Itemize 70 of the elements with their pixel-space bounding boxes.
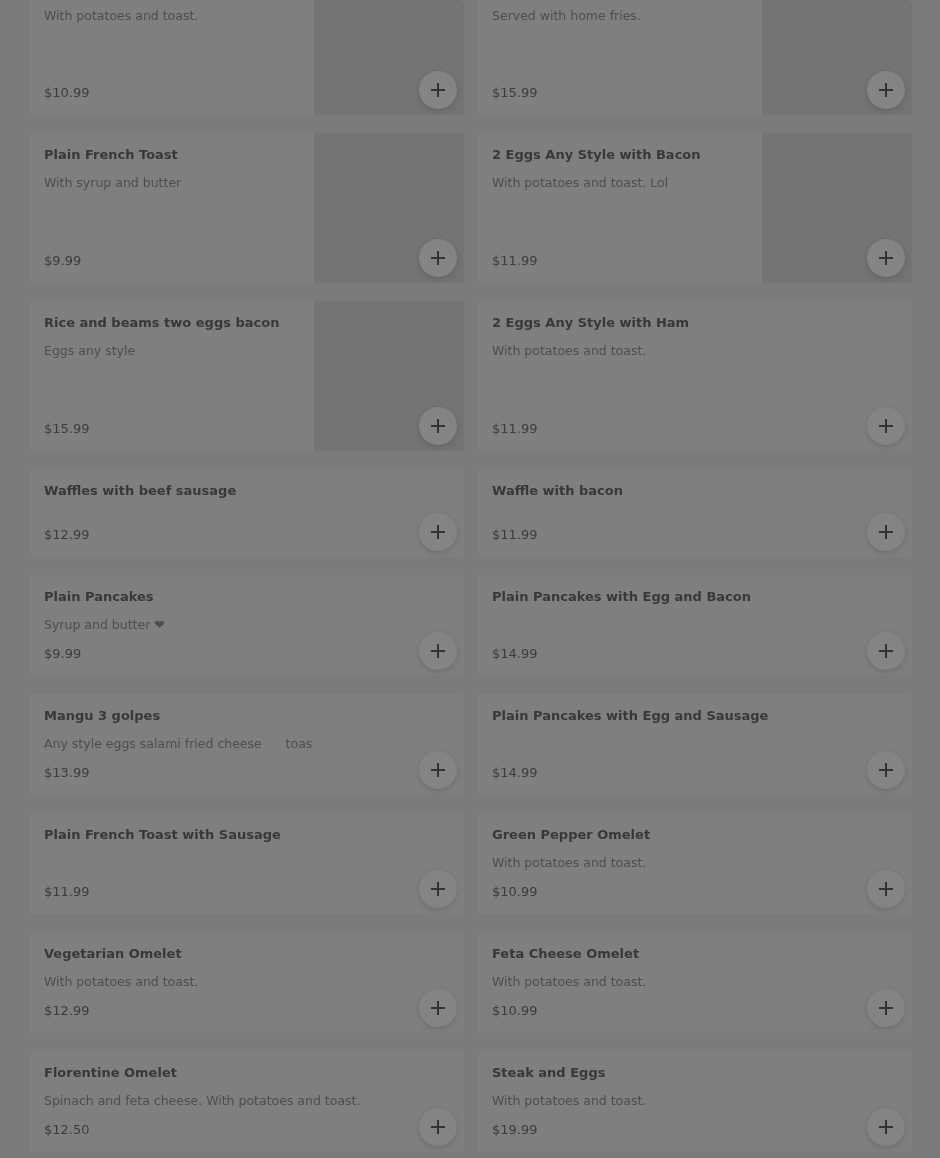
item-price: $9.99 — [44, 645, 82, 663]
item-name: Mangu 3 golpes — [44, 707, 162, 725]
plus-icon — [430, 418, 446, 434]
item-price: $12.99 — [44, 1002, 90, 1020]
item-name: Feta Cheese Omelet — [492, 945, 641, 963]
add-button[interactable] — [419, 513, 457, 551]
plus-icon — [878, 643, 894, 659]
add-button[interactable] — [867, 870, 905, 908]
item-name: Plain Pancakes with Egg and Sausage — [492, 707, 770, 725]
item-name: Green Pepper Omelet — [492, 826, 652, 844]
add-button[interactable] — [419, 1108, 457, 1146]
menu-item-card[interactable]: Waffles with beef sausage $12.99 — [30, 469, 464, 557]
item-price: $14.99 — [492, 645, 538, 663]
item-name: Plain Pancakes — [44, 588, 155, 606]
menu-item-card[interactable]: Waffle with bacon $11.99 — [478, 469, 912, 557]
item-price: $11.99 — [492, 420, 538, 438]
plus-icon — [430, 1119, 446, 1135]
plus-icon — [878, 82, 894, 98]
add-button[interactable] — [867, 513, 905, 551]
item-name: Vegetarian Omelet — [44, 945, 183, 963]
plus-icon — [430, 643, 446, 659]
item-name: Plain Pancakes with Egg and Bacon — [492, 588, 752, 606]
item-price: $11.99 — [44, 883, 90, 901]
item-name: Plain French Toast — [44, 146, 179, 164]
menu-item-card[interactable]: Plain Pancakes with Egg and Bacon $14.99 — [478, 575, 912, 676]
plus-icon — [878, 1000, 894, 1016]
item-name: 2 Eggs Any Style with Bacon — [492, 146, 702, 164]
item-price: $14.99 — [492, 764, 538, 782]
item-price: $10.99 — [492, 883, 538, 901]
item-name: Waffles with beef sausage — [44, 482, 238, 500]
plus-icon — [430, 82, 446, 98]
plus-icon — [878, 524, 894, 540]
item-price: $19.99 — [492, 1121, 538, 1139]
item-name: Plain French Toast with Sausage — [44, 826, 282, 844]
add-button[interactable] — [867, 989, 905, 1027]
item-name: Rice and beams two eggs bacon — [44, 314, 281, 332]
plus-icon — [878, 418, 894, 434]
item-name: Florentine Omelet — [44, 1064, 178, 1082]
plus-icon — [430, 250, 446, 266]
add-button[interactable] — [419, 632, 457, 670]
plus-icon — [430, 1000, 446, 1016]
item-price: $12.50 — [44, 1121, 90, 1139]
plus-icon — [430, 524, 446, 540]
item-price: $10.99 — [492, 1002, 538, 1020]
plus-icon — [878, 250, 894, 266]
item-price: $9.99 — [44, 252, 82, 270]
item-price: $11.99 — [492, 252, 538, 270]
item-price: $15.99 — [44, 420, 90, 438]
menu-item-card[interactable]: Plain French Toast with Sausage $11.99 — [30, 813, 464, 914]
add-button[interactable] — [867, 632, 905, 670]
item-price: $10.99 — [44, 84, 90, 102]
menu-item-card[interactable]: Plain Pancakes with Egg and Sausage $14.99 — [478, 694, 912, 795]
item-price: $13.99 — [44, 764, 90, 782]
add-button[interactable] — [867, 1108, 905, 1146]
add-button[interactable] — [867, 407, 905, 445]
item-price: $11.99 — [492, 526, 538, 544]
add-button[interactable] — [419, 989, 457, 1027]
plus-icon — [878, 881, 894, 897]
plus-icon — [430, 762, 446, 778]
plus-icon — [878, 762, 894, 778]
plus-icon — [878, 1119, 894, 1135]
add-button[interactable] — [419, 751, 457, 789]
add-button[interactable] — [867, 751, 905, 789]
plus-icon — [430, 881, 446, 897]
item-price: $15.99 — [492, 84, 538, 102]
add-button[interactable] — [419, 870, 457, 908]
item-price: $12.99 — [44, 526, 90, 544]
item-name: Waffle with bacon — [492, 482, 624, 500]
item-name: Steak and Eggs — [492, 1064, 607, 1082]
item-name: 2 Eggs Any Style with Ham — [492, 314, 691, 332]
